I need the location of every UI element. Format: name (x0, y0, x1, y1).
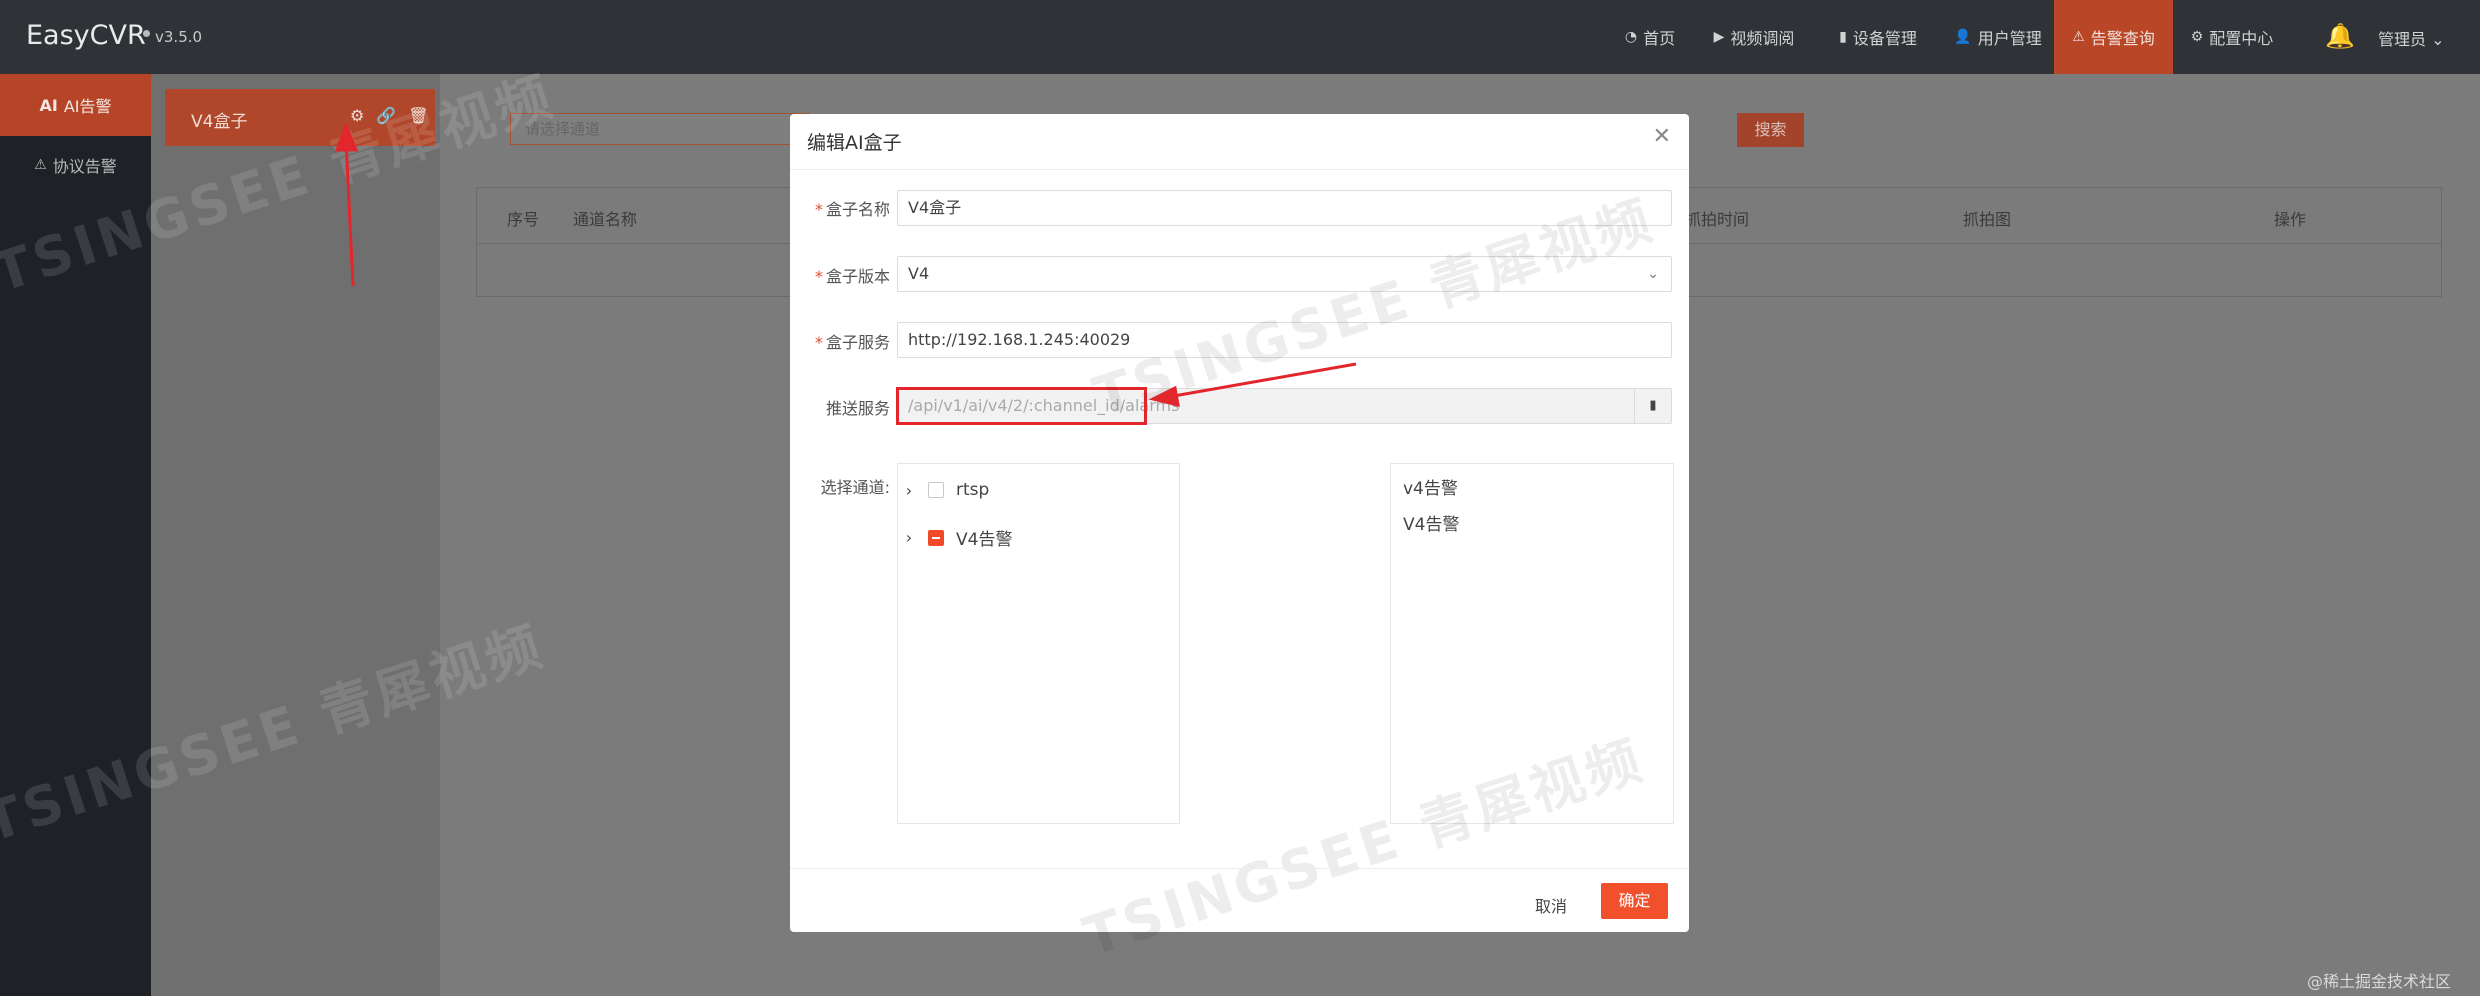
annotation-arrows (334, 121, 1357, 407)
arrow-to-push-field (1167, 362, 1357, 399)
credit-text: @稀土掘金技术社区 (2307, 972, 2452, 991)
arrow-to-gear (344, 139, 355, 287)
